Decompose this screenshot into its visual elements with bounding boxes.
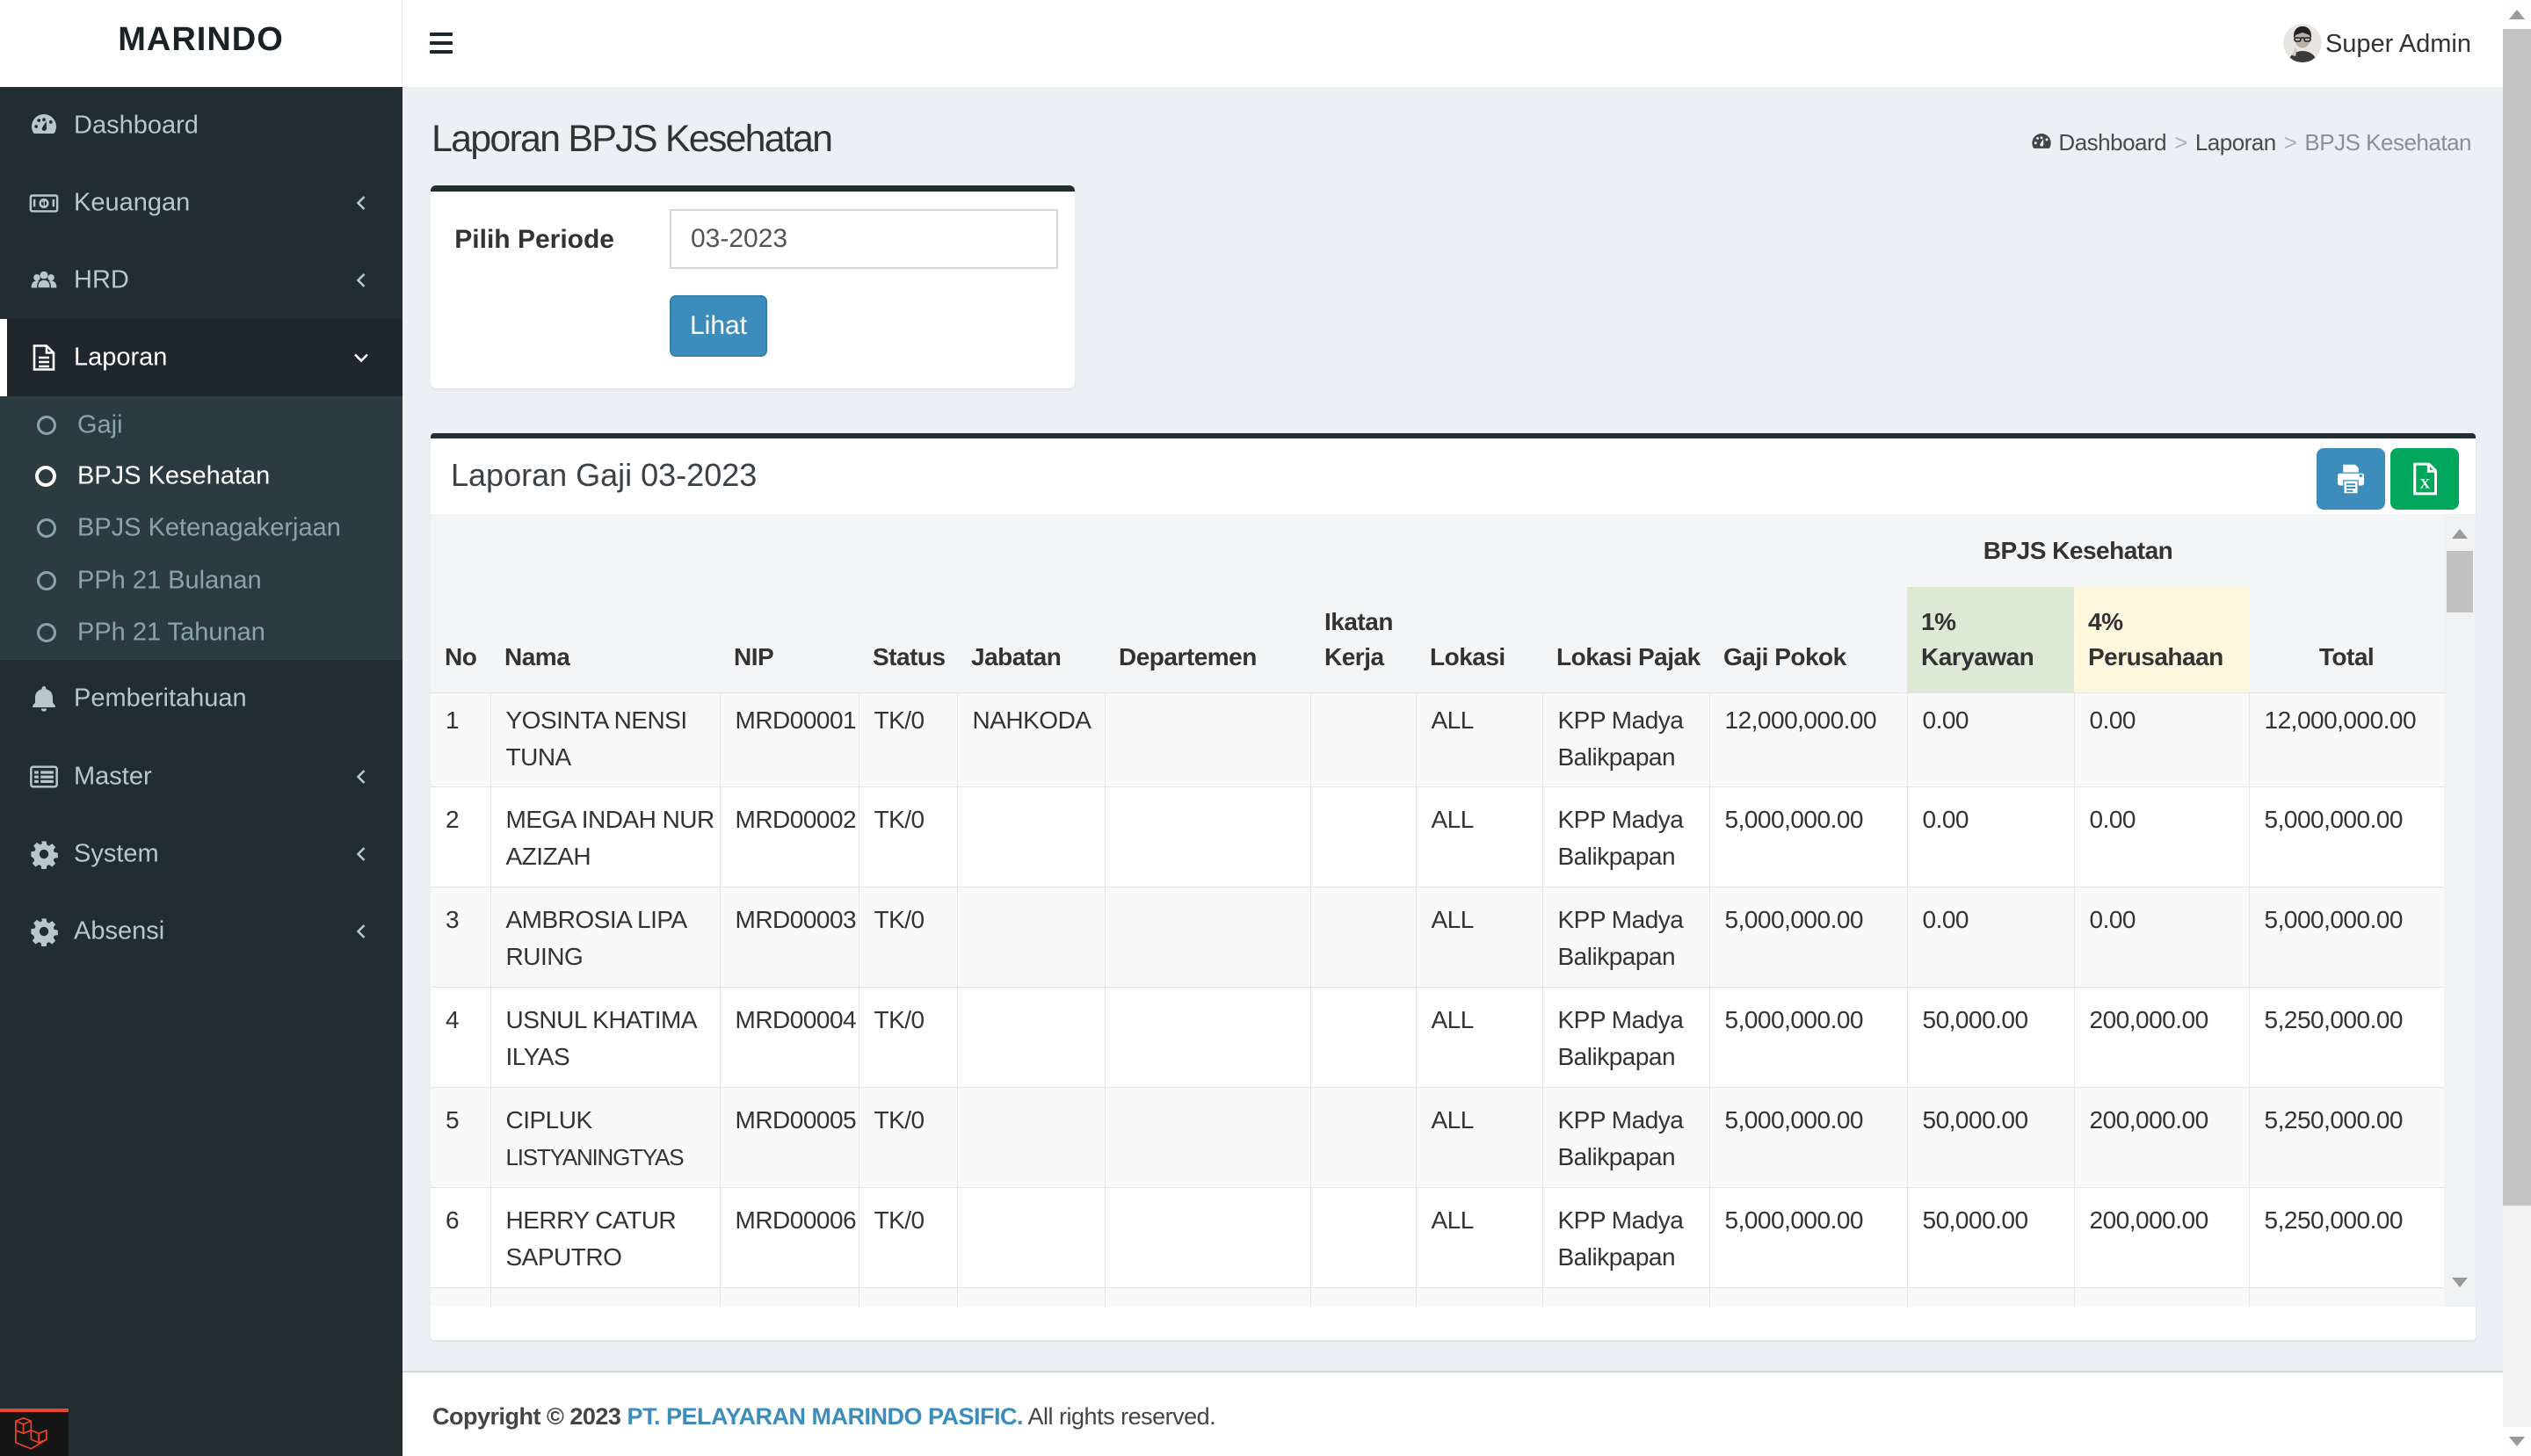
svg-text:X: X xyxy=(2419,476,2430,492)
svg-text:1: 1 xyxy=(41,199,46,209)
